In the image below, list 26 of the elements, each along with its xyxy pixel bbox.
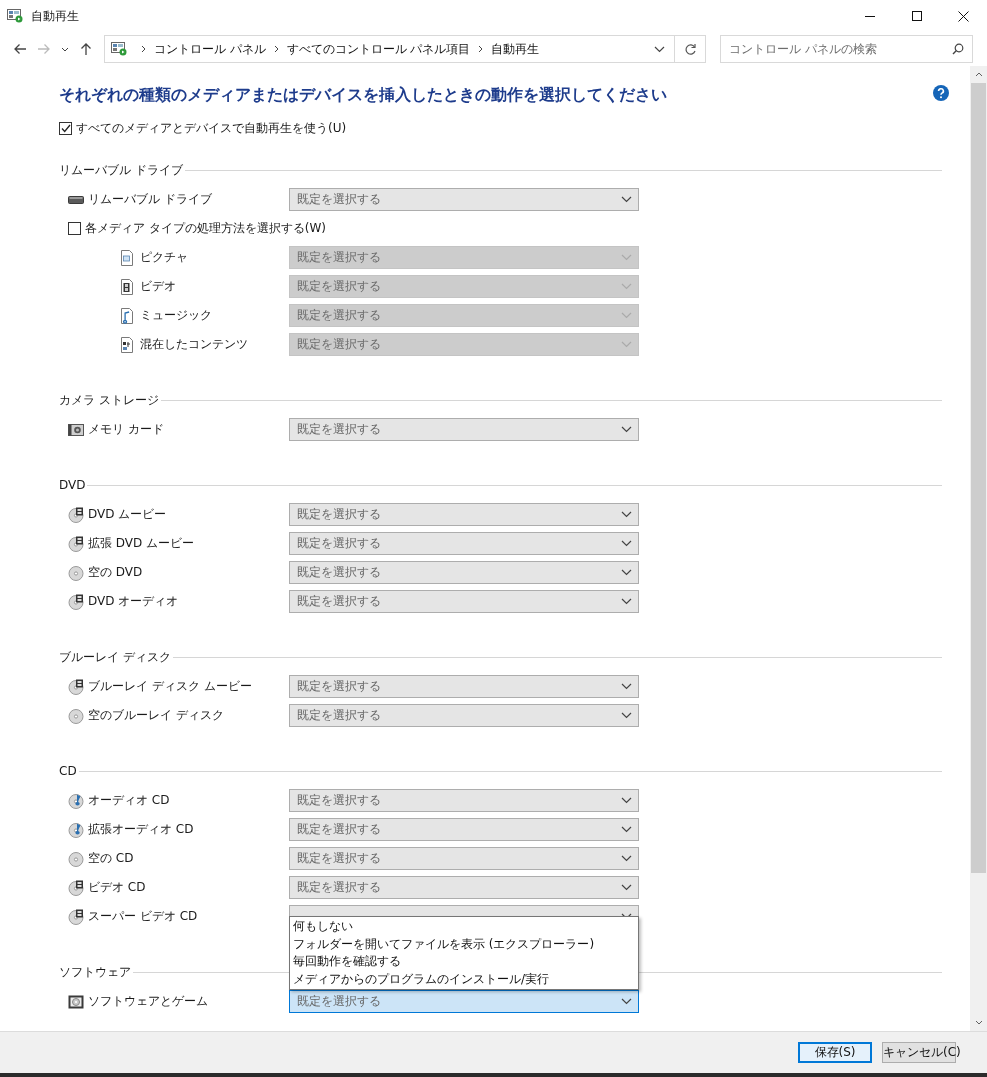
media-label: リムーバブル ドライブ [88, 191, 213, 208]
media-label: DVD ムービー [88, 506, 168, 523]
media-label: DVD オーディオ [88, 593, 180, 610]
media-label: ビデオ [140, 278, 177, 295]
media-label: 空の DVD [88, 564, 144, 581]
page-heading: それぞれの種類のメディアまたはデバイスを挿入したときの動作を選択してください [59, 85, 667, 106]
media-label: スーパー ビデオ CD [88, 908, 199, 925]
media-label: 拡張オーディオ CD [88, 821, 195, 838]
section-title: カメラ ストレージ [59, 391, 160, 409]
media-label: 空の CD [88, 850, 135, 867]
section-title: DVD [59, 478, 87, 492]
media-label: ソフトウェアとゲーム [88, 993, 209, 1010]
media-label: ピクチャ [140, 249, 189, 266]
section-title: ソフトウェア [59, 963, 132, 981]
media-label: 混在したコンテンツ [140, 336, 249, 353]
section-title: CD [59, 764, 78, 778]
window-title: 自動再生 [31, 7, 80, 25]
media-label: ミュージック [140, 307, 213, 324]
media-label: オーディオ CD [88, 792, 171, 809]
section-title: リムーバブル ドライブ [59, 161, 184, 179]
media-label: ブルーレイ ディスク ムービー [88, 678, 253, 695]
media-label: 拡張 DVD ムービー [88, 535, 196, 552]
media-label: ビデオ CD [88, 879, 147, 896]
media-label: 空のブルーレイ ディスク [88, 707, 225, 724]
section-title: ブルーレイ ディスク [59, 648, 172, 666]
media-label: メモリ カード [88, 421, 165, 438]
